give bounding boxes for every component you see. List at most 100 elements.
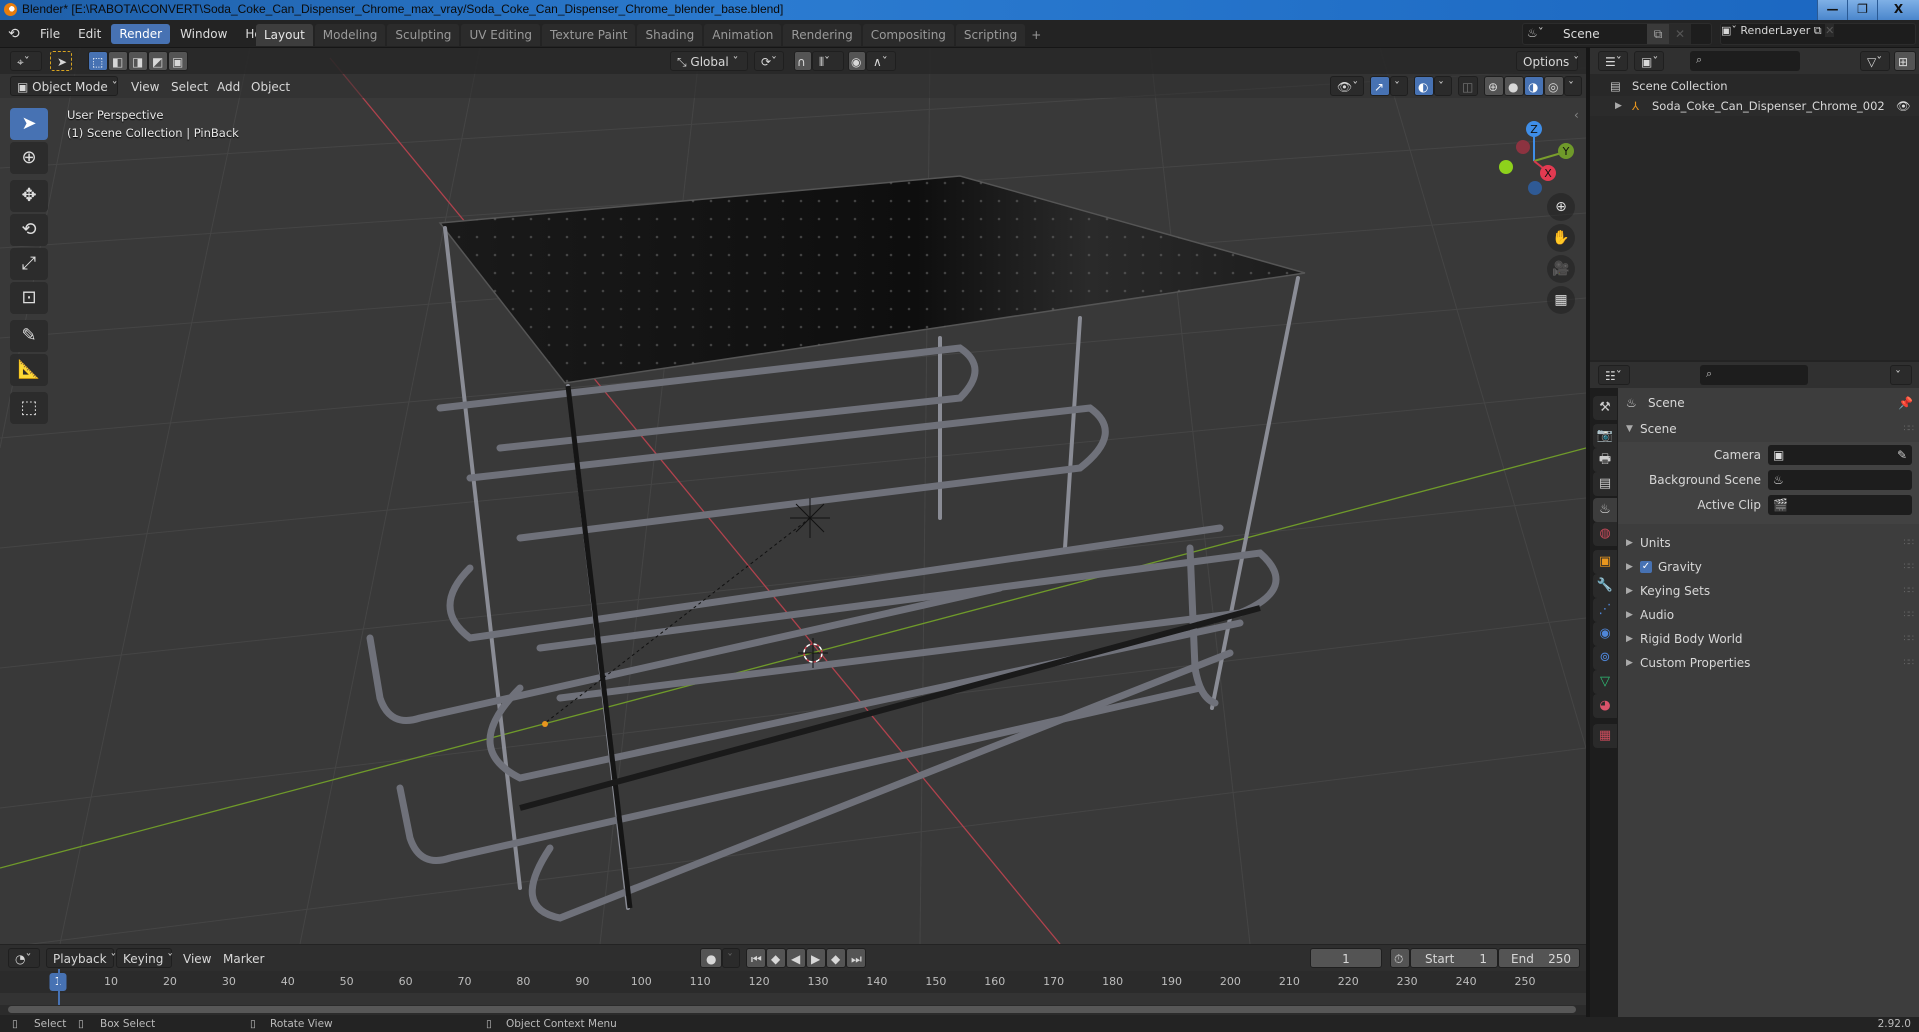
duplicate-scene-icon[interactable]: ⧉	[1647, 24, 1669, 44]
jump-start-icon[interactable]: ⏮	[746, 948, 766, 968]
menu-object[interactable]: Object	[244, 76, 297, 96]
transform-orientation-dropdown[interactable]: ⤡ Global ˇ	[670, 51, 748, 71]
panel-keying-sets-header[interactable]: ▶ Keying Sets ∷∷	[1618, 580, 1919, 602]
panel-units-header[interactable]: ▶ Units ∷∷	[1618, 532, 1919, 554]
outliner-search-input[interactable]: ⌕	[1690, 51, 1800, 71]
tab-scene-icon[interactable]: ♨	[1593, 498, 1617, 522]
drag-handle-icon[interactable]: ∷∷	[1904, 628, 1915, 650]
measure-tool-icon[interactable]: 📐	[10, 354, 48, 386]
drag-handle-icon[interactable]: ∷∷	[1904, 604, 1915, 626]
editor-type-button[interactable]: ⌖ˇ	[10, 51, 42, 71]
tab-sculpting[interactable]: Sculpting	[387, 24, 460, 46]
panel-rigid-body-world-header[interactable]: ▶ Rigid Body World ∷∷	[1618, 628, 1919, 650]
overlays-dropdown[interactable]: ˇ	[1434, 76, 1452, 96]
tab-output-icon[interactable]: 🖶	[1593, 448, 1617, 472]
shading-dropdown[interactable]: ˇ	[1564, 76, 1582, 96]
menu-select[interactable]: Select	[164, 76, 215, 96]
panel-audio-header[interactable]: ▶ Audio ∷∷	[1618, 604, 1919, 626]
tab-particles-icon[interactable]: ⋰	[1593, 598, 1617, 622]
close-button[interactable]: X	[1877, 0, 1919, 20]
menu-add[interactable]: Add	[210, 76, 247, 96]
transform-tool-icon[interactable]: ⊡	[10, 282, 48, 314]
menu-view[interactable]: View	[176, 948, 218, 968]
navigation-gizmo[interactable]: Z Y X	[1490, 108, 1586, 238]
jump-end-icon[interactable]: ⏭	[846, 948, 866, 968]
panel-gravity-header[interactable]: ▶ ✓ Gravity ∷∷	[1618, 556, 1919, 578]
select-mode-invert-icon[interactable]: ◩	[148, 51, 168, 71]
tab-uv-editing[interactable]: UV Editing	[461, 24, 541, 46]
tab-texture-icon[interactable]: ▦	[1593, 724, 1617, 748]
tab-shading[interactable]: Shading	[637, 24, 703, 46]
properties-search-input[interactable]: ⌕	[1700, 365, 1808, 385]
display-mode-dropdown[interactable]: ▣ˇ	[1634, 51, 1664, 71]
gizmo-dropdown[interactable]: ˇ	[1390, 76, 1408, 96]
gizmo-neg-z[interactable]	[1528, 181, 1542, 195]
move-tool-icon[interactable]: ✥	[10, 180, 48, 212]
pin-icon[interactable]: 📌	[1898, 392, 1913, 414]
xray-toggle-icon[interactable]: ◫	[1458, 76, 1478, 96]
tab-data-icon[interactable]: ▽	[1593, 670, 1617, 694]
zoom-view-icon[interactable]: ⊕	[1547, 193, 1575, 221]
restore-button[interactable]: ❐	[1847, 0, 1877, 20]
shading-solid-icon[interactable]: ●	[1504, 76, 1524, 96]
options-dropdown[interactable]: Options ˇ	[1516, 51, 1579, 71]
auto-key-dropdown[interactable]: ˇ	[722, 948, 740, 968]
filter-dropdown[interactable]: ▽ˇ	[1860, 51, 1890, 71]
menu-edit[interactable]: Edit	[70, 24, 109, 44]
timeline-scrollbar[interactable]	[8, 1006, 1576, 1013]
snap-toggle-icon[interactable]: ∩	[794, 51, 812, 71]
tab-compositing[interactable]: Compositing	[862, 24, 954, 46]
gizmo-neg-x[interactable]	[1516, 140, 1530, 154]
visibility-eye-icon[interactable]: 👁	[1896, 96, 1911, 116]
select-mode-extend-icon[interactable]: ◧	[108, 51, 128, 71]
shading-wireframe-icon[interactable]: ⊕	[1484, 76, 1504, 96]
record-keyframe-icon[interactable]: ●	[700, 948, 722, 968]
drag-handle-icon[interactable]: ∷∷	[1904, 532, 1915, 554]
properties-editor-type-icon[interactable]: ☷ˇ	[1598, 365, 1630, 385]
tab-layout[interactable]: Layout	[256, 24, 313, 46]
keying-dropdown[interactable]: Keying ˇ	[116, 948, 173, 968]
frame-ruler[interactable]: 1 10203040506070809010011012013014015016…	[0, 971, 1586, 993]
tab-modifiers-icon[interactable]: 🔧	[1593, 574, 1617, 598]
tab-world-icon[interactable]: ◍	[1593, 522, 1617, 546]
drag-handle-icon[interactable]: ∷∷	[1904, 652, 1915, 674]
camera-field[interactable]: ▣ ✎	[1768, 445, 1912, 465]
3d-viewport[interactable]: ⌖ˇ ➤ ⬚ ◧ ◨ ◩ ▣ ⤡ Global ˇ ⟳ˇ ∩ ⫴ˇ ◉ ∧ˇ O…	[0, 48, 1586, 944]
jump-next-keyframe-icon[interactable]: ◆	[826, 948, 846, 968]
preview-range-icon[interactable]: ⏱	[1390, 948, 1410, 968]
jump-prev-keyframe-icon[interactable]: ◆	[766, 948, 786, 968]
tab-animation[interactable]: Animation	[704, 24, 782, 46]
current-frame-field[interactable]: 1	[1310, 948, 1382, 968]
tab-material-icon[interactable]: ◕	[1593, 694, 1617, 718]
object-mode-dropdown[interactable]: ▣ Object Mode ˇ	[10, 76, 118, 96]
tab-tool-icon[interactable]: ⚒	[1593, 396, 1617, 420]
drag-handle-icon[interactable]: ∷∷	[1904, 580, 1915, 602]
scene-selector[interactable]: ♨ˇ Scene ⧉ ✕	[1522, 23, 1712, 45]
timeline-tracks[interactable]	[0, 969, 1586, 1005]
menu-file[interactable]: File	[32, 24, 68, 44]
shading-rendered-icon[interactable]: ◎	[1544, 76, 1564, 96]
view-layer-selector[interactable]: ▣ˇ RenderLayer ⧉ ✕	[1720, 23, 1916, 45]
outliner-editor-type-icon[interactable]: ☰ˇ	[1598, 51, 1628, 71]
play-icon[interactable]: ▶	[806, 948, 826, 968]
drag-handle-icon[interactable]: ∷∷	[1904, 556, 1915, 578]
background-scene-field[interactable]: ♨	[1768, 470, 1912, 490]
outliner-row-scene-collection[interactable]: ▤ Scene Collection	[1590, 76, 1919, 96]
menu-window[interactable]: Window	[172, 24, 235, 44]
proportional-falloff-dropdown[interactable]: ∧ˇ	[866, 51, 896, 71]
end-frame-field[interactable]: End 250	[1498, 948, 1580, 968]
play-reverse-icon[interactable]: ◀	[786, 948, 806, 968]
start-frame-field[interactable]: Start 1	[1410, 948, 1498, 968]
tab-view-layer-icon[interactable]: ▤	[1593, 472, 1617, 496]
drag-handle-icon[interactable]: ∷∷	[1904, 418, 1915, 440]
tab-scripting[interactable]: Scripting	[955, 24, 1026, 46]
tab-physics-icon[interactable]: ◉	[1593, 622, 1617, 646]
snap-target-dropdown[interactable]: ⫴ˇ	[812, 51, 844, 71]
playback-dropdown[interactable]: Playback ˇ	[46, 948, 116, 968]
tab-object-icon[interactable]: ▣	[1593, 550, 1617, 574]
select-mode-new-icon[interactable]: ⬚	[88, 51, 108, 71]
pan-view-icon[interactable]: ✋	[1547, 224, 1575, 252]
outliner-row-object[interactable]: ▶ ⅄ Soda_Coke_Can_Dispenser_Chrome_002 👁	[1590, 96, 1919, 116]
delete-scene-icon[interactable]: ✕	[1669, 24, 1691, 44]
menu-view[interactable]: View	[124, 76, 166, 96]
